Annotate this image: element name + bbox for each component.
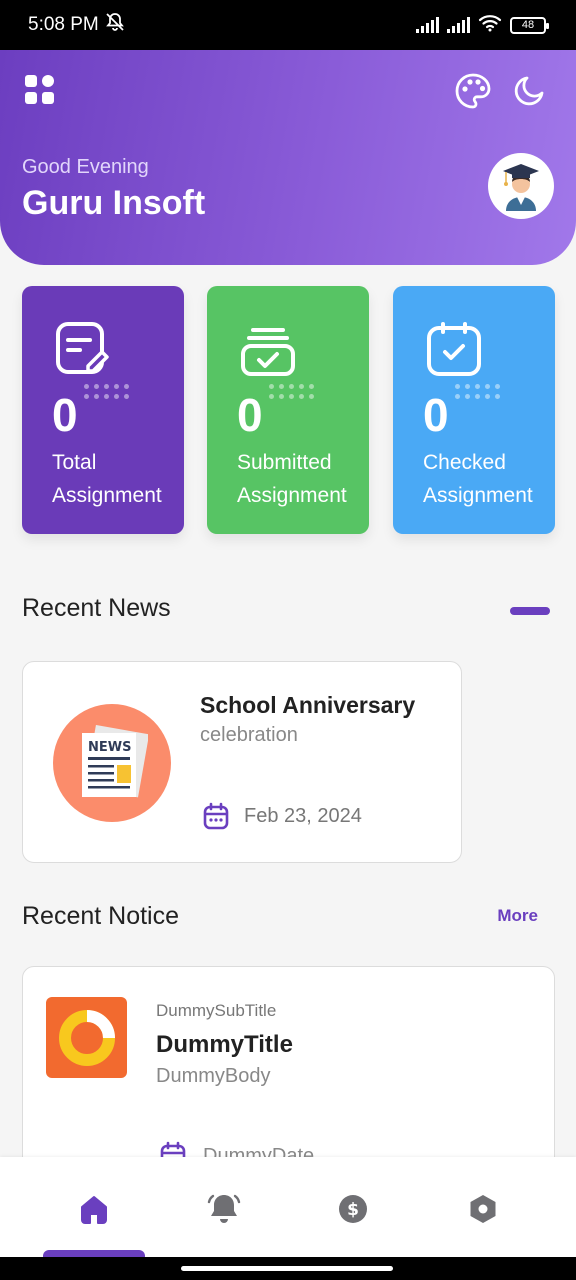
avatar[interactable] [488, 153, 554, 219]
home-icon [81, 1196, 107, 1224]
stat-value: 0 [52, 389, 78, 441]
grid-menu-icon[interactable] [25, 75, 55, 109]
calendar-icon [203, 802, 229, 835]
signal-icon [416, 17, 439, 33]
status-bar: 5:08 PM 48 [0, 0, 576, 50]
status-time: 5:08 PM [28, 14, 99, 35]
news-thumbnail: NEWS [53, 704, 171, 822]
stat-card-checked[interactable]: 0 Checked Assignment [393, 286, 555, 534]
user-name: Guru Insoft [22, 184, 206, 222]
stat-value: 0 [423, 389, 449, 441]
notice-item-subtitle: DummySubTitle [156, 1001, 277, 1020]
stat-label: Submitted Assignment [237, 451, 347, 507]
mute-bell-icon [105, 12, 125, 38]
stat-card-total[interactable]: 0 Total Assignment [22, 286, 184, 534]
system-nav-bar [0, 1257, 576, 1280]
stat-card-submitted[interactable]: 0 Submitted Assignment [207, 286, 369, 534]
nav-active-indicator [43, 1250, 145, 1257]
nav-notifications[interactable] [202, 1187, 246, 1231]
edit-document-icon [54, 320, 114, 385]
inbox-check-icon [239, 320, 299, 385]
nav-fees[interactable]: $ [331, 1187, 375, 1231]
decor-dots [269, 384, 314, 399]
svg-text:$: $ [347, 1200, 359, 1220]
notice-thumbnail [46, 997, 127, 1078]
nav-settings[interactable] [461, 1187, 505, 1231]
stat-value: 0 [237, 389, 263, 441]
ring-logo-icon [58, 1009, 115, 1066]
carousel-indicator [510, 607, 550, 615]
news-item-title: School Anniversary [200, 692, 416, 718]
signal-icon-2 [447, 17, 470, 33]
stat-label: Checked Assignment [423, 451, 533, 507]
news-card[interactable]: NEWS School Anniversary celebration Feb … [22, 661, 462, 863]
hexagon-icon [470, 1195, 496, 1223]
wifi-icon [478, 14, 502, 37]
dollar-icon: $ [339, 1195, 367, 1223]
decor-dots [84, 384, 129, 399]
recent-notice-title: Recent Notice [22, 902, 180, 930]
dark-mode-moon-icon[interactable] [513, 75, 545, 111]
graduate-avatar-icon [503, 164, 539, 211]
notice-item-body: DummyBody [156, 1065, 271, 1087]
battery-level: 48 [521, 19, 535, 31]
news-item-subtitle: celebration [200, 724, 298, 746]
newspaper-icon: NEWS [82, 725, 148, 798]
stat-label: Total Assignment [52, 451, 162, 507]
news-image-text: NEWS [88, 740, 131, 755]
decor-dots [455, 384, 500, 399]
bottom-nav: $ [0, 1157, 576, 1257]
calendar-check-icon [425, 320, 485, 385]
news-item-date: Feb 23, 2024 [244, 805, 362, 827]
notice-item-title: DummyTitle [156, 1031, 293, 1058]
greeting-text: Good Evening [22, 156, 149, 178]
nav-home[interactable] [72, 1187, 116, 1231]
palette-icon[interactable] [454, 72, 492, 114]
recent-news-title: Recent News [22, 594, 171, 622]
bell-icon [207, 1194, 241, 1223]
header: Good Evening Guru Insoft [0, 50, 576, 265]
battery-icon: 48 [510, 16, 549, 34]
more-link[interactable]: More [497, 906, 538, 926]
home-gesture-handle[interactable] [181, 1266, 393, 1271]
